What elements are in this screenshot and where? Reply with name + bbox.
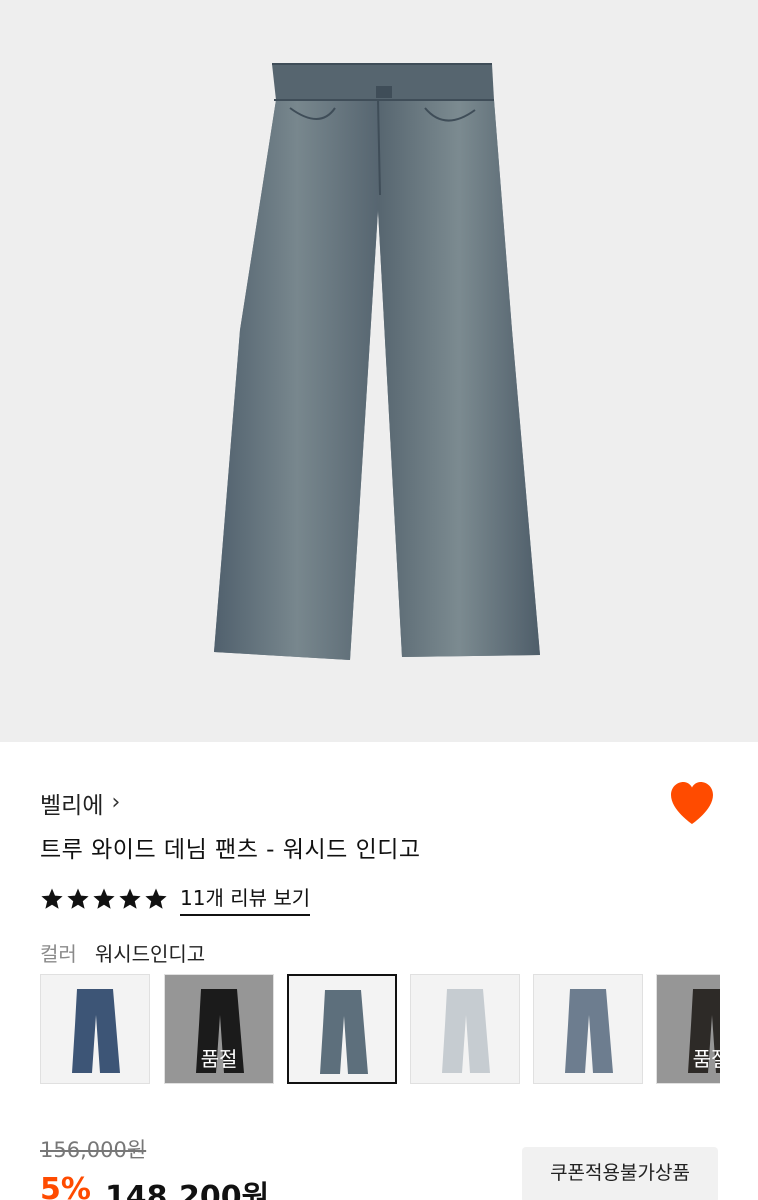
coupon-badge: 쿠폰적용불가상품 — [522, 1147, 718, 1200]
product-title: 트루 와이드 데님 팬츠 - 워시드 인디고 — [40, 837, 421, 863]
swatch-2[interactable] — [287, 974, 397, 1084]
color-value: 워시드인디고 — [94, 942, 206, 966]
star-icon — [119, 888, 141, 909]
jeans-thumbnail — [72, 989, 120, 1073]
star-rating — [40, 887, 168, 911]
sold-out-label: 품절 — [200, 1047, 238, 1071]
product-image[interactable] — [0, 0, 758, 742]
sale-price-row: 5% 148,200원 — [40, 1172, 269, 1200]
brand-name: 벨리에 — [40, 793, 104, 819]
heart-icon[interactable] — [668, 780, 716, 826]
color-label: 컬러 — [40, 942, 77, 966]
original-price: 156,000원 — [40, 1138, 147, 1162]
sale-price: 148,200원 — [104, 1180, 270, 1200]
star-icon — [93, 888, 115, 909]
swatch-1[interactable]: 품절 — [164, 974, 274, 1084]
swatch-5[interactable]: 품절 — [656, 974, 720, 1084]
swatch-3[interactable] — [410, 974, 520, 1084]
star-icon — [67, 888, 89, 909]
product-info: 벨리에 › 트루 와이드 데님 팬츠 - 워시드 인디고 11개 리뷰 보기 컬… — [0, 742, 758, 1200]
color-row: 컬러 워시드인디고 — [40, 938, 205, 967]
chevron-right-icon: › — [111, 790, 121, 815]
jeans-illustration — [214, 63, 540, 660]
brand-link[interactable]: 벨리에 › — [40, 786, 120, 820]
rating-row: 11개 리뷰 보기 — [40, 882, 311, 916]
jeans-thumbnail — [565, 989, 613, 1073]
swatch-0[interactable] — [40, 974, 150, 1084]
color-swatches: 품절 품절 — [40, 974, 720, 1086]
swatch-4[interactable] — [533, 974, 643, 1084]
review-link[interactable]: 11개 리뷰 보기 — [180, 882, 311, 916]
discount-rate: 5% — [40, 1172, 91, 1200]
jeans-thumbnail — [442, 989, 490, 1073]
sold-out-label: 품절 — [692, 1047, 720, 1071]
star-icon — [145, 888, 167, 909]
star-icon — [41, 888, 63, 909]
jeans-thumbnail — [320, 990, 368, 1074]
